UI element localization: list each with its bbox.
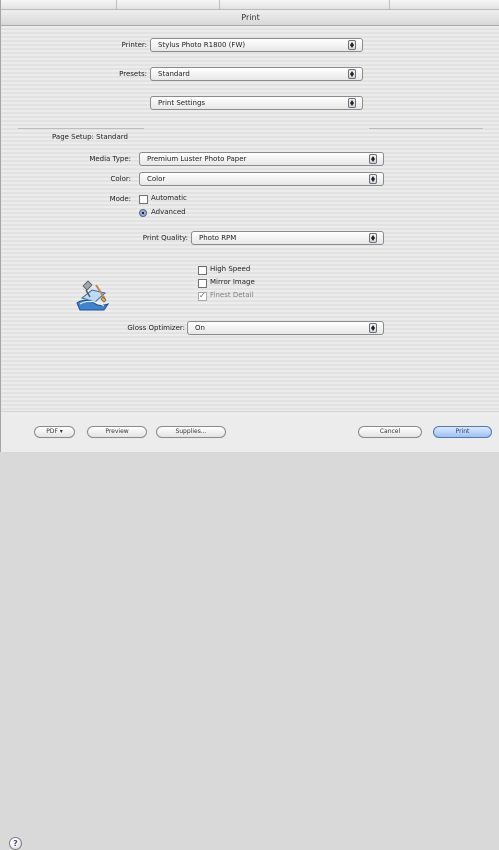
pdf-button-label: PDF ▾ [46, 428, 63, 435]
print-quality-popup[interactable]: Photo RPM [191, 231, 384, 245]
cancel-button[interactable]: Cancel [358, 426, 422, 438]
print-quality-label: Print Quality: [142, 234, 188, 242]
media-type-label: Media Type: [89, 155, 131, 163]
pane-popup[interactable]: Print Settings [150, 96, 363, 110]
title-bar: Print [1, 10, 499, 26]
pdf-button[interactable]: PDF ▾ [34, 426, 75, 438]
high-speed-label: High Speed [210, 265, 251, 273]
button-bar: ? PDF ▾ Preview Supplies... Cancel Print [1, 411, 499, 850]
dialog-title: Print [241, 13, 260, 22]
high-speed-checkbox[interactable] [198, 266, 207, 275]
media-type-popup[interactable]: Premium Luster Photo Paper [139, 152, 384, 166]
page-setup-line: Page Setup: Standard [52, 132, 137, 142]
gloss-optimizer-label: Gloss Optimizer: [127, 324, 185, 332]
popup-arrows-icon [369, 154, 377, 164]
supplies-button-label: Supplies... [175, 428, 207, 435]
help-icon: ? [13, 839, 18, 848]
popup-arrows-icon [369, 174, 377, 184]
media-type-value: Premium Luster Photo Paper [147, 155, 247, 163]
popup-arrows-icon [348, 69, 356, 79]
print-button[interactable]: Print [433, 426, 492, 438]
popup-arrows-icon [369, 323, 377, 333]
top-strip-divider [116, 0, 117, 9]
dialog-content: Printer: Stylus Photo R1800 (FW) Presets… [1, 26, 499, 411]
mirror-image-label: Mirror Image [210, 278, 255, 286]
color-label: Color: [110, 175, 131, 183]
preview-button-label: Preview [105, 428, 129, 435]
printer-label: Printer: [121, 41, 147, 49]
top-strip-divider [219, 0, 220, 9]
popup-arrows-icon [348, 98, 356, 108]
finest-detail-checkbox [198, 291, 207, 301]
preview-button[interactable]: Preview [87, 426, 147, 438]
finest-detail-label: Finest Detail [210, 291, 254, 299]
color-popup[interactable]: Color [139, 172, 384, 186]
popup-arrows-icon [348, 40, 356, 50]
print-button-label: Print [455, 428, 470, 435]
print-quality-value: Photo RPM [199, 234, 237, 242]
cancel-button-label: Cancel [379, 428, 401, 435]
section-divider-left [18, 128, 144, 129]
presets-label: Presets: [119, 70, 147, 78]
page-setup-value: Standard [96, 133, 128, 141]
top-strip-divider [389, 0, 390, 9]
top-window-strip [1, 0, 499, 10]
advanced-mode-label: Advanced [151, 208, 186, 216]
gloss-optimizer-value: On [195, 324, 205, 332]
supplies-button[interactable]: Supplies... [156, 426, 226, 438]
automatic-mode-label: Automatic [151, 194, 187, 202]
print-dialog-window: Print Printer: Stylus Photo R1800 (FW) P… [0, 0, 499, 850]
pane-value: Print Settings [158, 99, 206, 107]
printer-settings-icon [76, 280, 110, 311]
help-button[interactable]: ? [9, 837, 22, 850]
presets-popup[interactable]: Standard [150, 67, 363, 81]
mirror-image-checkbox[interactable] [198, 279, 207, 288]
color-value: Color [147, 175, 166, 183]
popup-arrows-icon [369, 233, 377, 243]
section-divider-right [369, 128, 483, 129]
printer-popup[interactable]: Stylus Photo R1800 (FW) [150, 38, 363, 52]
page-setup-label: Page Setup: [52, 133, 94, 141]
presets-value: Standard [158, 70, 190, 78]
automatic-mode-checkbox[interactable] [139, 195, 148, 204]
printer-value: Stylus Photo R1800 (FW) [158, 41, 246, 49]
advanced-mode-radio[interactable] [139, 209, 147, 217]
gloss-optimizer-popup[interactable]: On [187, 321, 384, 335]
mode-label: Mode: [109, 195, 131, 203]
